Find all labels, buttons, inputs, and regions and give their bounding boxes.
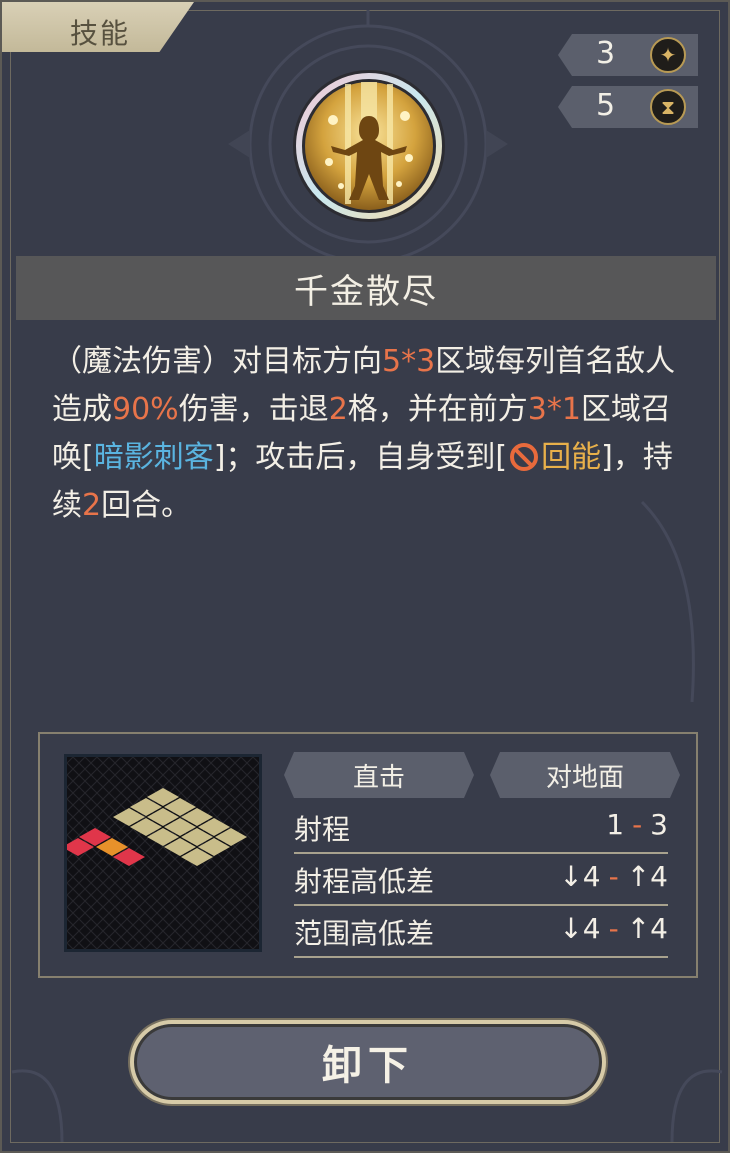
- desc-summon-area-value: 3*1: [527, 392, 581, 427]
- range-height-row: 射程高低差 ↓4- ↑4: [294, 854, 668, 906]
- skill-golden-figure-icon: [293, 70, 445, 222]
- target-type-label: 对地面: [545, 762, 624, 793]
- area-height-value: ↓4- ↑4: [559, 912, 668, 945]
- range-dash: -: [632, 808, 643, 841]
- sparkle-icon: ✦: [650, 37, 686, 73]
- target-type-tag: 对地面: [490, 752, 680, 798]
- range-max: 3: [650, 808, 668, 841]
- area-height-min: ↓4: [559, 912, 601, 945]
- range-height-value: ↓4- ↑4: [559, 860, 668, 893]
- range-label: 射程: [294, 813, 351, 846]
- range-height-label: 射程高低差: [294, 865, 435, 898]
- attack-type-tag: 直击: [284, 752, 474, 798]
- cost-stat: 3 ✦: [558, 34, 698, 76]
- desc-area-value: 5*3: [382, 344, 436, 379]
- cost-value: 3: [596, 36, 616, 71]
- area-height-label: 范围高低差: [294, 917, 435, 950]
- range-value: 1-3: [606, 808, 668, 841]
- desc-text: 伤害，击退: [178, 392, 329, 427]
- desc-text: （魔法伤害）对目标方向: [52, 344, 382, 379]
- area-height-row: 范围高低差 ↓4- ↑4: [294, 906, 668, 958]
- desc-text: 格，并在前方: [347, 392, 528, 427]
- debuff-link[interactable]: 回能: [541, 440, 601, 475]
- skill-tab-label: 技能: [70, 17, 131, 50]
- attack-type-label: 直击: [352, 762, 405, 793]
- cooldown-value: 5: [596, 88, 616, 123]
- range-row: 射程 1-3: [294, 802, 668, 854]
- range-min: 1: [606, 808, 625, 841]
- desc-duration-value: 2: [82, 488, 102, 523]
- skill-info-box: 直击 对地面 射程 1-3 射程高低差 ↓4- ↑4 范围高低差 ↓4- ↑4: [38, 732, 698, 978]
- area-height-dash: -: [608, 912, 619, 945]
- skill-title-bar: 千金散尽: [16, 256, 716, 320]
- range-grid-diagram: [67, 757, 259, 949]
- cooldown-stat: 5 ⧗: [558, 86, 698, 128]
- hourglass-icon: ⧗: [650, 89, 686, 125]
- summon-link[interactable]: 暗影刺客: [94, 440, 214, 475]
- skill-description: （魔法伤害）对目标方向5*3区域每列首名敌人造成90%伤害，击退2格，并在前方3…: [52, 338, 692, 530]
- area-height-max: ↑4: [626, 912, 668, 945]
- range-height-min: ↓4: [559, 860, 601, 893]
- range-grid-preview: [64, 754, 262, 952]
- no-energy-icon: [510, 443, 539, 471]
- skill-name: 千金散尽: [294, 271, 438, 312]
- range-height-max: ↑4: [626, 860, 668, 893]
- skill-detail-panel: 技能 3 ✦ 5 ⧗ 千金散尽 （魔法伤害）对目标方向5*3区域每列首名敌人造成…: [0, 0, 730, 1153]
- desc-damage-value: 90%: [112, 392, 179, 427]
- unequip-button[interactable]: 卸下: [130, 1020, 606, 1104]
- desc-text: ]；攻击后，自身受到[: [213, 440, 508, 475]
- desc-knockback-value: 2: [328, 392, 348, 427]
- range-height-dash: -: [608, 860, 619, 893]
- unequip-label: 卸下: [322, 1043, 414, 1089]
- desc-text: 回合。: [101, 488, 192, 523]
